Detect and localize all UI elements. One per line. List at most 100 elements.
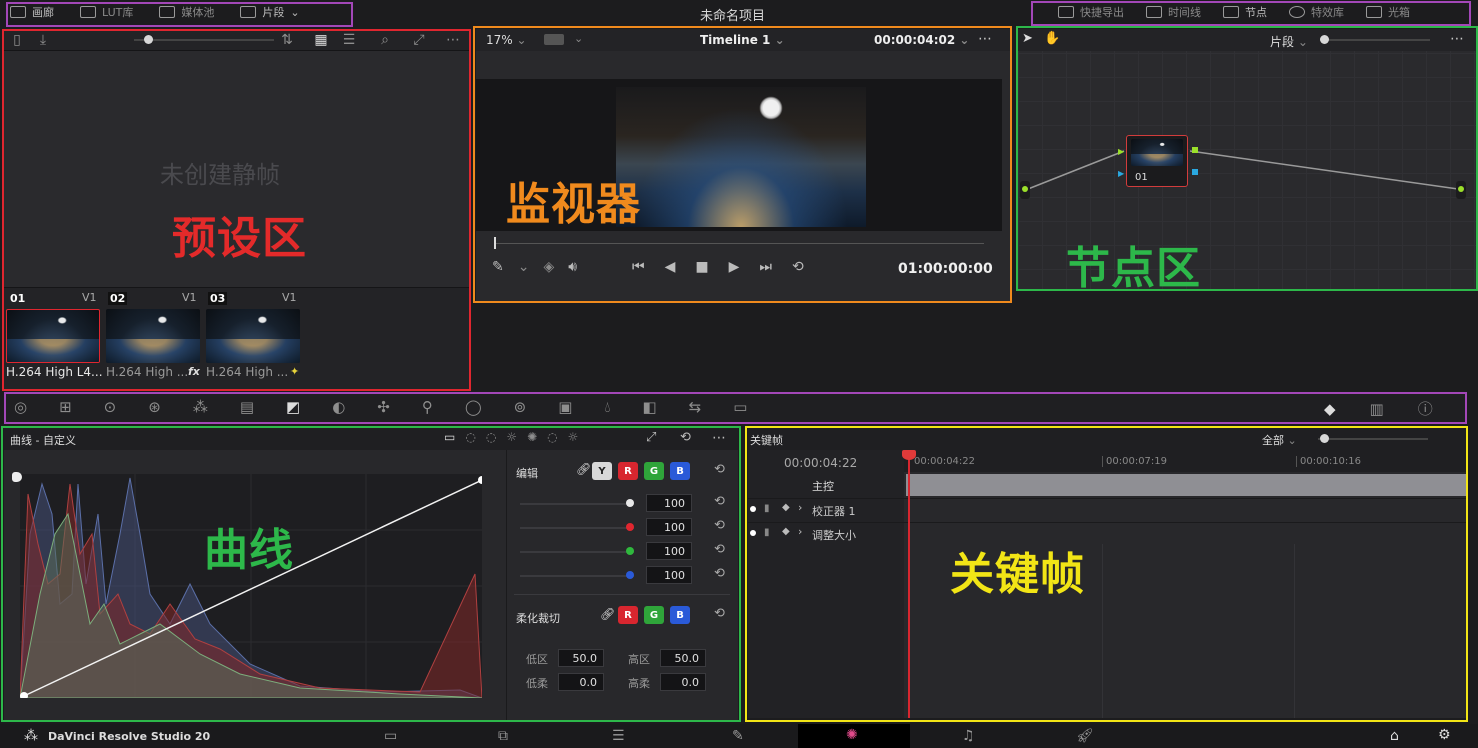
tracker-icon[interactable]: ⊚ [514, 398, 527, 416]
timeline-dropdown[interactable]: Timeline 1 ⌄ [700, 33, 785, 47]
slider-handle[interactable] [144, 35, 153, 44]
zoom-dropdown[interactable]: 17% ⌄ [486, 33, 527, 47]
list-view-icon[interactable]: ☰ [336, 31, 362, 49]
go-to-start-icon[interactable]: ⏮ [632, 259, 645, 275]
fullscreen-icon[interactable]: ⤢ [646, 430, 656, 445]
reset-icon[interactable]: ⟲ [680, 430, 691, 445]
kf-zoom-slider[interactable] [1318, 438, 1428, 440]
keyframes-icon[interactable]: ◆ [1324, 400, 1336, 418]
fullscreen-icon[interactable]: ⤢ [406, 31, 432, 49]
lum-vs-sat-icon[interactable]: ✺ [527, 430, 537, 444]
reset-icon[interactable]: ⟲ [714, 606, 725, 621]
high-field[interactable]: 50.0 [660, 649, 706, 667]
sort-icon[interactable]: ⇅ [274, 31, 300, 49]
channel-y-button[interactable]: Y [592, 462, 612, 480]
clip-thumbnail[interactable] [106, 309, 200, 363]
source-input-dot[interactable] [1020, 181, 1030, 199]
window-icon[interactable]: ◯ [465, 398, 482, 416]
curve-custom-icon[interactable]: ▭ [444, 430, 455, 444]
quick-export-button[interactable]: 快捷导出 [1058, 4, 1124, 20]
scopes-icon[interactable]: ▥ [1370, 400, 1384, 418]
channel-g-button[interactable]: G [644, 462, 664, 480]
sidebar-toggle-icon[interactable]: ▯ [4, 31, 30, 49]
clips-tab[interactable]: 片段 ⌄ [240, 4, 300, 20]
channel-r-button[interactable]: R [618, 462, 638, 480]
play-reverse-icon[interactable]: ◀ [665, 259, 676, 275]
camera-raw-icon[interactable]: ◎ [14, 398, 27, 416]
lock-icon[interactable]: ▮ [764, 503, 770, 514]
diamond-icon[interactable]: ◆ [782, 502, 790, 513]
low-soft-field[interactable]: 0.0 [558, 673, 604, 691]
download-icon[interactable]: ⤓ [30, 31, 56, 49]
slider-handle[interactable] [1320, 434, 1329, 443]
sat-vs-lum-icon[interactable]: ☼ [568, 430, 579, 444]
thumb-size-slider[interactable] [134, 39, 274, 41]
scrub-bar[interactable] [494, 243, 984, 244]
viewer-image[interactable] [616, 87, 866, 227]
reset-icon[interactable]: ⟲ [714, 566, 725, 581]
reset-icon[interactable]: ⟲ [714, 462, 725, 477]
intensity-row-y[interactable]: 100 ⟲ [516, 494, 726, 514]
reset-icon[interactable]: ⟲ [714, 542, 725, 557]
hue-vs-sat-icon[interactable]: ◌ [486, 430, 496, 444]
color-page-tab[interactable]: ✺ [798, 724, 910, 748]
search-icon[interactable]: ⌕ [372, 31, 398, 49]
qualifier-icon[interactable]: ⚲ [422, 398, 433, 416]
high-soft-field[interactable]: 0.0 [660, 673, 706, 691]
sizing-icon[interactable]: ⇆ [689, 398, 702, 416]
more-icon[interactable]: ⋯ [978, 31, 992, 47]
expand-icon[interactable]: › [798, 501, 802, 514]
slider-dot-r[interactable] [626, 523, 634, 531]
stop-icon[interactable]: ■ [695, 259, 708, 275]
rgb-mixer-icon[interactable]: ⁂ [193, 398, 208, 416]
b-intensity-field[interactable]: 100 [646, 566, 692, 584]
key-icon[interactable]: ◧ [642, 398, 656, 416]
playhead[interactable] [494, 237, 496, 249]
y-intensity-field[interactable]: 100 [646, 494, 692, 512]
sat-vs-sat-icon[interactable]: ◌ [547, 430, 557, 444]
intensity-row-r[interactable]: 100 ⟲ [516, 518, 726, 538]
info-icon[interactable]: ⓘ [1418, 398, 1433, 419]
clip-thumbnail[interactable] [6, 309, 100, 363]
slider-dot-b[interactable] [626, 571, 634, 579]
link-icon[interactable]: 🔗︎ [600, 607, 615, 621]
magic-mask-icon[interactable]: ▣ [558, 398, 572, 416]
kf-playhead[interactable] [908, 452, 910, 718]
hue-vs-hue-icon[interactable]: ◌ [465, 430, 475, 444]
soft-clip-b-button[interactable]: B [670, 606, 690, 624]
fx-library-toggle[interactable]: 特效库 [1289, 4, 1344, 20]
lut-tab[interactable]: LUT库 [80, 4, 133, 20]
media-page-icon[interactable]: ▭ [384, 728, 397, 744]
home-icon[interactable]: ⌂ [1390, 728, 1399, 744]
3d-icon[interactable]: ▭ [733, 398, 747, 416]
fusion-page-icon[interactable]: ✎ [732, 728, 744, 744]
clip-item[interactable]: 02 V1 H.264 High ... fx [106, 291, 202, 381]
clip-thumbnail[interactable] [206, 309, 300, 363]
track-master[interactable]: 主控 [748, 474, 1466, 496]
time-ruler[interactable]: 00:00:04:22 00:00:07:19 00:00:10:16 [904, 450, 1466, 472]
reset-icon[interactable]: ⟲ [714, 494, 725, 509]
clip-item[interactable]: 03 V1 H.264 High ... ✦ [206, 291, 302, 381]
loop-icon[interactable]: ⟲ [792, 259, 804, 275]
low-field[interactable]: 50.0 [558, 649, 604, 667]
timeline-toggle[interactable]: 时间线 [1146, 4, 1201, 20]
volume-icon[interactable]: 🔊︎ [568, 259, 577, 275]
media-pool-tab[interactable]: 媒体池 [159, 4, 214, 20]
lightbox-toggle[interactable]: 光箱 [1366, 4, 1410, 20]
slider-dot-g[interactable] [626, 547, 634, 555]
fairlight-page-icon[interactable]: ♫ [962, 728, 975, 744]
link-icon[interactable]: 🔗︎ [576, 462, 591, 476]
nodes-toggle[interactable]: 节点 [1223, 4, 1267, 20]
diamond-icon[interactable]: ◆ [782, 526, 790, 537]
more-icon[interactable]: ⋯ [712, 430, 726, 446]
eyedropper-icon[interactable]: ✎ [492, 259, 504, 275]
blur-icon[interactable]: 💧︎ [604, 398, 610, 416]
reset-icon[interactable]: ⟲ [714, 518, 725, 533]
edit-page-icon[interactable]: ☰ [612, 728, 625, 744]
expand-icon[interactable]: › [798, 525, 802, 538]
play-icon[interactable]: ▶ [729, 259, 740, 275]
layers-icon[interactable]: ◈ [543, 259, 554, 275]
slider-dot-y[interactable] [626, 499, 634, 507]
playhead-marker-icon[interactable] [902, 450, 916, 460]
deliver-page-icon[interactable]: 🚀︎ [1076, 728, 1094, 744]
